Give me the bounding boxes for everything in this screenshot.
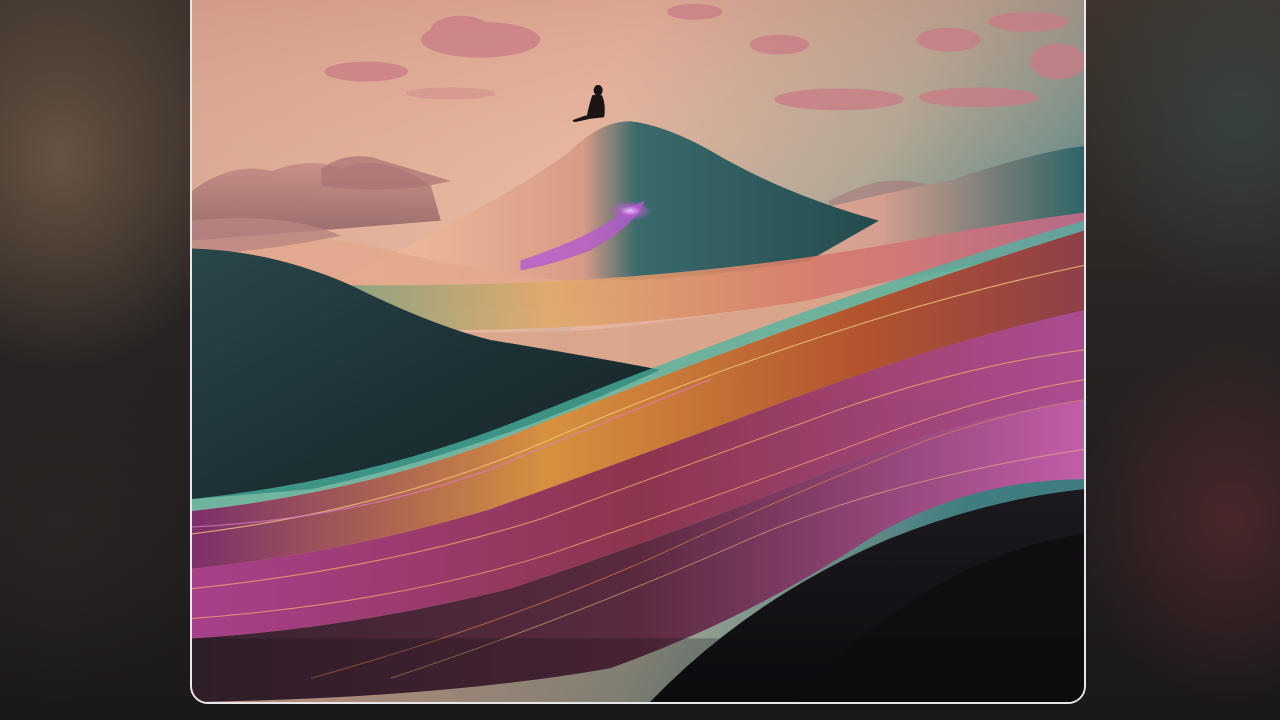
dune-landscape-art bbox=[192, 0, 1084, 702]
artwork-frame bbox=[190, 0, 1086, 704]
